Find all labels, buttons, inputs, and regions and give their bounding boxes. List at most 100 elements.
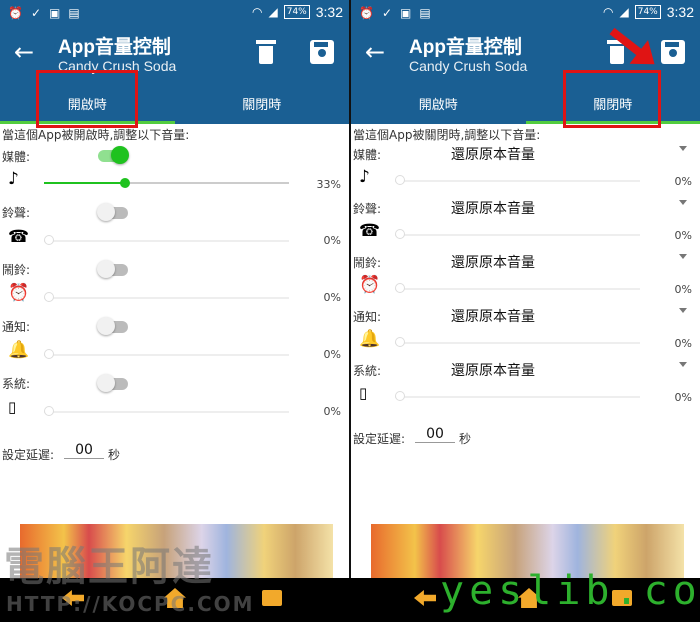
signal-icon: ◢ bbox=[619, 5, 629, 19]
media-volume-thumb[interactable] bbox=[119, 178, 130, 188]
media-restore-select[interactable]: 還原原本音量 bbox=[451, 144, 691, 164]
notification-toggle[interactable] bbox=[97, 317, 128, 335]
close-prompt: 當這個App被關閉時,調整以下音量: bbox=[353, 128, 541, 142]
watermark-left-title: 電腦王阿達 bbox=[4, 544, 214, 590]
alarm-status-icon: ⏰ bbox=[8, 6, 23, 20]
alarm-status-icon: ⏰ bbox=[359, 6, 374, 20]
signal-icon: ◢ bbox=[268, 5, 278, 19]
battery-indicator: 74% bbox=[634, 5, 661, 19]
open-prompt: 當這個App被開啟時,調整以下音量: bbox=[2, 128, 190, 142]
alarm-toggle[interactable] bbox=[97, 260, 128, 278]
status-bar: ⏰ ✓ ▣ ▤ ◠ ◢ 74% 3:32 bbox=[0, 0, 349, 26]
ringtone-percent: 0% bbox=[674, 229, 692, 242]
alarm-percent: 0% bbox=[674, 283, 692, 296]
image-status-icon: ▣ bbox=[400, 6, 412, 20]
notification-label: 通知: bbox=[353, 310, 382, 324]
check-status-icon: ✓ bbox=[381, 6, 393, 20]
watermark-left: 電腦王阿達 HTTP://KOCPC.COM bbox=[0, 534, 260, 622]
phone-ringing-icon: ☎ bbox=[8, 227, 30, 247]
system-label: 系統: bbox=[2, 377, 31, 391]
tab-close[interactable]: 關閉時 bbox=[175, 82, 350, 124]
chevron-down-icon bbox=[679, 146, 687, 151]
chevron-down-icon bbox=[679, 254, 687, 259]
media-volume-fill bbox=[44, 182, 125, 184]
battery-indicator: 74% bbox=[283, 5, 310, 19]
ringtone-label: 鈴聲: bbox=[353, 202, 382, 216]
status-bar: ⏰ ✓ ▣ ▤ ◠ ◢ 74% 3:32 bbox=[351, 0, 700, 26]
watermark-left-url: HTTP://KOCPC.COM bbox=[6, 592, 255, 616]
delay-label: 設定延遲: bbox=[353, 432, 406, 446]
notification-restore-select[interactable]: 還原原本音量 bbox=[451, 306, 691, 326]
alarm-label: 鬧鈴: bbox=[353, 256, 382, 270]
ringtone-label: 鈴聲: bbox=[2, 206, 31, 220]
chevron-down-icon bbox=[679, 200, 687, 205]
phone-ringing-icon: ☎ bbox=[359, 221, 381, 241]
media-restore-value: 還原原本音量 bbox=[451, 147, 535, 163]
ringtone-percent: 0% bbox=[323, 234, 341, 247]
nav-back-icon[interactable] bbox=[414, 590, 436, 606]
system-restore-value: 還原原本音量 bbox=[451, 363, 535, 379]
app-title: App音量控制 bbox=[409, 37, 522, 58]
media-volume-slider[interactable] bbox=[44, 178, 289, 188]
wifi-icon: ◠ bbox=[252, 5, 263, 19]
notification-volume-slider[interactable] bbox=[44, 349, 289, 359]
music-note-icon: ♪ bbox=[359, 167, 370, 187]
tab-open[interactable]: 開啟時 bbox=[351, 82, 526, 124]
media-toggle[interactable] bbox=[98, 146, 129, 164]
bell-icon: 🔔 bbox=[8, 340, 30, 360]
right-screen: ⏰ ✓ ▣ ▤ ◠ ◢ 74% 3:32 ← App音量控制 Candy Cru… bbox=[351, 0, 700, 578]
save-icon[interactable] bbox=[310, 40, 334, 64]
close-content: 當這個App被關閉時,調整以下音量: 媒體: 還原原本音量 ♪ 0% 鈴聲: 還… bbox=[351, 124, 700, 558]
save-icon[interactable] bbox=[661, 40, 685, 64]
back-arrow-icon[interactable]: ← bbox=[14, 38, 34, 66]
delay-input[interactable]: 00 bbox=[64, 442, 104, 459]
delay-unit: 秒 bbox=[108, 448, 121, 462]
wifi-icon: ◠ bbox=[603, 5, 614, 19]
watermark-right: yeslib.com bbox=[440, 568, 700, 614]
chevron-down-icon bbox=[679, 362, 687, 367]
bell-icon: 🔔 bbox=[359, 329, 381, 349]
media-label: 媒體: bbox=[353, 148, 382, 162]
notification-restore-value: 還原原本音量 bbox=[451, 309, 535, 325]
system-volume-slider[interactable] bbox=[395, 391, 640, 401]
media-percent: 33% bbox=[316, 178, 341, 191]
music-note-icon: ♪ bbox=[8, 169, 19, 189]
app-title: App音量控制 bbox=[58, 37, 171, 58]
data-status-icon: ▤ bbox=[419, 6, 431, 20]
system-percent: 0% bbox=[674, 391, 692, 404]
system-toggle[interactable] bbox=[97, 374, 128, 392]
notification-volume-slider[interactable] bbox=[395, 337, 640, 347]
phone-icon: ▯ bbox=[359, 384, 368, 402]
back-arrow-icon[interactable]: ← bbox=[365, 38, 385, 66]
chevron-down-icon bbox=[679, 308, 687, 313]
ringtone-volume-slider[interactable] bbox=[395, 229, 640, 239]
notification-percent: 0% bbox=[674, 337, 692, 350]
media-label: 媒體: bbox=[2, 150, 31, 164]
alarm-clock-icon: ⏰ bbox=[8, 283, 30, 303]
system-restore-select[interactable]: 還原原本音量 bbox=[451, 360, 691, 380]
delay-unit: 秒 bbox=[459, 432, 472, 446]
alarm-volume-slider[interactable] bbox=[395, 283, 640, 293]
data-status-icon: ▤ bbox=[68, 6, 80, 20]
system-label: 系統: bbox=[353, 364, 382, 378]
ringtone-volume-slider[interactable] bbox=[44, 235, 289, 245]
alarm-restore-select[interactable]: 還原原本音量 bbox=[451, 252, 691, 272]
alarm-percent: 0% bbox=[323, 291, 341, 304]
phone-icon: ▯ bbox=[8, 398, 17, 416]
ringtone-restore-select[interactable]: 還原原本音量 bbox=[451, 198, 691, 218]
nav-recent-apps-icon[interactable] bbox=[262, 590, 282, 606]
clock: 3:32 bbox=[315, 4, 343, 20]
media-volume-slider[interactable] bbox=[395, 175, 640, 185]
system-volume-slider[interactable] bbox=[44, 406, 289, 416]
clock: 3:32 bbox=[666, 4, 694, 20]
trash-icon[interactable] bbox=[256, 40, 276, 64]
alarm-label: 鬧鈴: bbox=[2, 263, 31, 277]
notification-percent: 0% bbox=[323, 348, 341, 361]
delay-input[interactable]: 00 bbox=[415, 426, 455, 443]
highlight-box-open-tab bbox=[36, 70, 138, 128]
system-percent: 0% bbox=[323, 405, 341, 418]
alarm-volume-slider[interactable] bbox=[44, 292, 289, 302]
ringtone-toggle[interactable] bbox=[97, 203, 128, 221]
ringtone-restore-value: 還原原本音量 bbox=[451, 201, 535, 217]
media-percent: 0% bbox=[674, 175, 692, 188]
